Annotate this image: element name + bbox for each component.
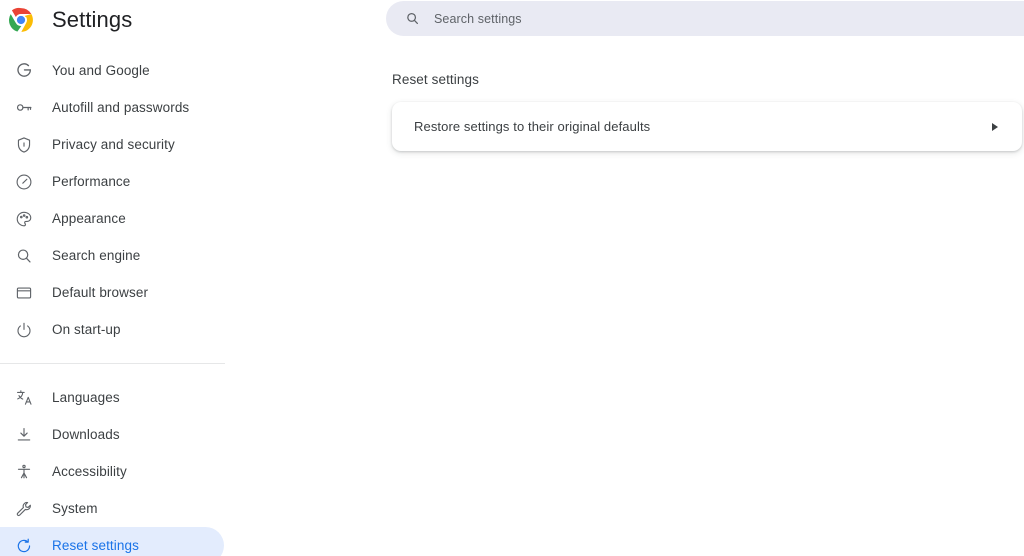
translate-icon [14,388,34,408]
sidebar-item-downloads[interactable]: Downloads [0,416,224,453]
sidebar-item-label: Search engine [52,248,141,263]
restore-defaults-row[interactable]: Restore settings to their original defau… [392,102,1022,151]
sidebar-item-label: Reset settings [52,538,139,553]
section-heading: Reset settings [392,72,479,87]
sidebar-item-label: On start-up [52,322,121,337]
nav-spacer-top [0,348,260,363]
palette-icon [14,209,34,229]
sidebar-item-languages[interactable]: Languages [0,379,224,416]
restore-defaults-label: Restore settings to their original defau… [414,119,651,134]
sidebar-item-label: Default browser [52,285,149,300]
shield-icon [14,135,34,155]
download-icon [14,425,34,445]
reset-settings-card: Restore settings to their original defau… [392,102,1022,151]
sidebar-item-accessibility[interactable]: Accessibility [0,453,224,490]
sidebar-item-on-start-up[interactable]: On start-up [0,311,224,348]
sidebar-item-privacy-and-security[interactable]: Privacy and security [0,126,224,163]
search-bar[interactable] [386,1,1024,36]
magnifier-icon [14,246,34,266]
sidebar-item-search-engine[interactable]: Search engine [0,237,224,274]
sidebar-item-performance[interactable]: Performance [0,163,224,200]
sidebar-item-label: Performance [52,174,131,189]
restore-icon [14,536,34,556]
sidebar-item-label: Appearance [52,211,126,226]
sidebar-item-default-browser[interactable]: Default browser [0,274,224,311]
search-input[interactable] [432,10,992,27]
nav-spacer-bottom [0,364,260,379]
arrow-right-icon [992,122,998,131]
wrench-icon [14,499,34,519]
sidebar-item-label: System [52,501,98,516]
sidebar-item-you-and-google[interactable]: You and Google [0,52,224,89]
accessibility-icon [14,462,34,482]
sidebar-item-label: Privacy and security [52,137,175,152]
sidebar-item-autofill-and-passwords[interactable]: Autofill and passwords [0,89,224,126]
sidebar-item-system[interactable]: System [0,490,224,527]
sidebar: Settings You and Google Autofill and pas… [0,0,260,556]
page-title: Settings [52,7,133,32]
sidebar-item-reset-settings[interactable]: Reset settings [0,527,224,556]
sidebar-item-label: Downloads [52,427,120,442]
sidebar-item-appearance[interactable]: Appearance [0,200,224,237]
sidebar-nav: You and Google Autofill and passwords Pr… [0,52,260,556]
sidebar-item-label: Accessibility [52,464,127,479]
google-g-icon [14,61,34,81]
sidebar-item-label: You and Google [52,63,150,78]
settings-page: Settings You and Google Autofill and pas… [0,0,1024,556]
sidebar-item-label: Autofill and passwords [52,100,190,115]
sidebar-item-label: Languages [52,390,120,405]
search-icon [404,11,420,27]
speedometer-icon [14,172,34,192]
key-icon [14,98,34,118]
browser-window-icon [14,283,34,303]
main-content: Reset settings Restore settings to their… [260,0,1024,556]
power-icon [14,320,34,340]
chrome-logo-icon [8,7,34,33]
brand-header: Settings [0,0,132,40]
